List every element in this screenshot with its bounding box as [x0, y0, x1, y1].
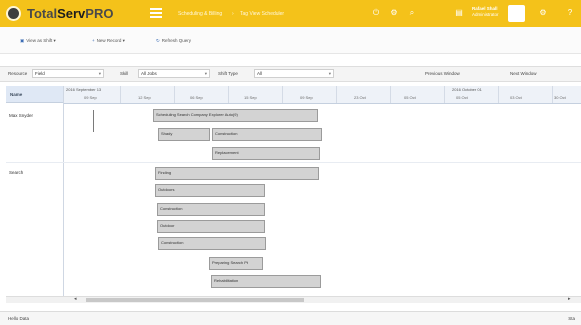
scheduler-grid: Name Max Snyder Search 2016 September 13…: [6, 86, 581, 301]
gridline: [228, 86, 229, 103]
resource-column: Name Max Snyder Search: [6, 86, 64, 301]
resource-name[interactable]: Max Snyder: [9, 113, 33, 118]
chevron-down-icon: ▾: [98, 71, 101, 76]
schedule-event[interactable]: Outdoor: [157, 220, 265, 233]
resource-filter-label: Resource: [8, 71, 28, 76]
app-logo[interactable]: TotalServPRO: [27, 6, 113, 21]
gridline: [336, 86, 337, 103]
skill-select[interactable]: All Jobs ▾: [138, 69, 210, 78]
resource-select[interactable]: Field ▾: [32, 69, 104, 78]
view-as-button[interactable]: ▣ View as Shift ▾: [20, 38, 56, 44]
resource-name[interactable]: Search: [9, 170, 23, 175]
gear-icon[interactable]: ⚙: [389, 8, 399, 18]
previous-window-button[interactable]: Previous Window: [425, 71, 460, 76]
gridline: [552, 86, 553, 103]
status-text: Hello Data: [8, 316, 30, 321]
user-role: Administrator: [472, 12, 499, 17]
view-icon: ▣: [20, 38, 25, 43]
schedule-event[interactable]: Finding: [155, 167, 319, 180]
schedule-event[interactable]: Shady: [158, 128, 210, 141]
logo-text-part3: PRO: [85, 6, 114, 21]
refresh-label: Refresh Query: [161, 38, 192, 43]
skill-select-value: All Jobs: [141, 71, 157, 76]
gridline: [120, 86, 121, 103]
help-icon[interactable]: ?: [565, 8, 575, 18]
gridline: [282, 86, 283, 103]
plus-icon: +: [92, 38, 95, 43]
timeline-header: 2016 September 13 2016 October 01 09 Sep…: [64, 86, 581, 104]
search-icon[interactable]: ⌕: [407, 8, 417, 18]
gridline: [444, 86, 445, 103]
day-label: 05 Oct: [404, 95, 416, 100]
scroll-left-icon[interactable]: ◂: [74, 296, 77, 302]
status-filter-label: Shift Type: [218, 71, 238, 76]
calendar-icon[interactable]: ▤: [454, 8, 464, 18]
power-icon[interactable]: ⏻: [371, 8, 381, 18]
breadcrumb-scheduling[interactable]: Scheduling & Billing: [178, 11, 222, 17]
refresh-button[interactable]: ↻ Refresh Query: [156, 38, 191, 44]
horizontal-scrollbar[interactable]: ◂ ▸: [6, 296, 581, 303]
app-header: TotalServPRO Scheduling & Billing › Tag …: [0, 0, 581, 27]
filter-bar: Resource Field ▾ Skill All Jobs ▾ Shift …: [0, 66, 581, 82]
status-bar: Hello Data Sta: [0, 311, 581, 325]
day-label: 09 Sep: [300, 95, 313, 100]
logo-text-part1: Total: [27, 6, 58, 21]
schedule-event[interactable]: Scheduling Search Company Explorer Auto(…: [153, 109, 318, 122]
settings-icon[interactable]: ⚙: [538, 8, 548, 18]
status-text-right: Sta: [568, 316, 575, 321]
chevron-down-icon: ▾: [204, 71, 207, 76]
skill-filter-label: Skill: [120, 71, 129, 76]
gridline: [174, 86, 175, 103]
schedule-event[interactable]: Rehabilitation: [211, 275, 321, 288]
view-as-label: View as Shift: [26, 38, 53, 43]
day-label: 06 Sep: [190, 95, 203, 100]
status-select[interactable]: All ▾: [254, 69, 334, 78]
logo-icon: [6, 6, 21, 21]
today-marker: [93, 110, 94, 132]
scrollbar-thumb[interactable]: [86, 298, 304, 302]
day-label: 12 Sep: [138, 95, 151, 100]
refresh-icon: ↻: [156, 38, 160, 43]
schedule-event[interactable]: Replacement: [212, 147, 320, 160]
schedule-event[interactable]: Preparing Search Pt: [209, 257, 263, 270]
new-record-button[interactable]: + New Record ▾: [92, 38, 125, 44]
day-label: 03 Oct: [510, 95, 522, 100]
day-label: 09 Sep: [84, 95, 97, 100]
toolbar: ▣ View as Shift ▾ + New Record ▾ ↻ Refresh …: [0, 27, 581, 54]
breadcrumb-separator: ›: [232, 11, 234, 17]
breadcrumb-scheduler[interactable]: Tag View Scheduler: [240, 11, 284, 17]
menu-icon[interactable]: [150, 8, 162, 18]
schedule-event[interactable]: Construction: [158, 237, 266, 250]
status-select-value: All: [257, 71, 263, 76]
month-label: 2016 October 01: [452, 87, 482, 92]
scroll-right-icon[interactable]: ▸: [568, 296, 571, 302]
resource-header: Name: [6, 86, 63, 103]
row-separator: [6, 162, 581, 163]
schedule-event[interactable]: Construction: [157, 203, 265, 216]
logo-text-part2: Serv: [57, 6, 86, 21]
gridline: [390, 86, 391, 103]
resource-select-value: Field: [35, 71, 45, 76]
gridline: [498, 86, 499, 103]
day-label: 30 Oct: [554, 95, 566, 100]
next-window-button[interactable]: Next Window: [510, 71, 537, 76]
month-label: 2016 September 13: [66, 87, 102, 92]
schedule-event[interactable]: Construction: [212, 128, 322, 141]
new-record-label: New Record: [96, 38, 122, 43]
day-label: 15 Sep: [244, 95, 257, 100]
user-info[interactable]: Rafael Shall Administrator: [472, 6, 499, 18]
day-label: 05 Oct: [456, 95, 468, 100]
day-label: 23 Oct: [354, 95, 366, 100]
schedule-event[interactable]: Outdoors: [155, 184, 265, 197]
avatar[interactable]: [508, 5, 525, 22]
chevron-down-icon: ▾: [328, 71, 331, 76]
